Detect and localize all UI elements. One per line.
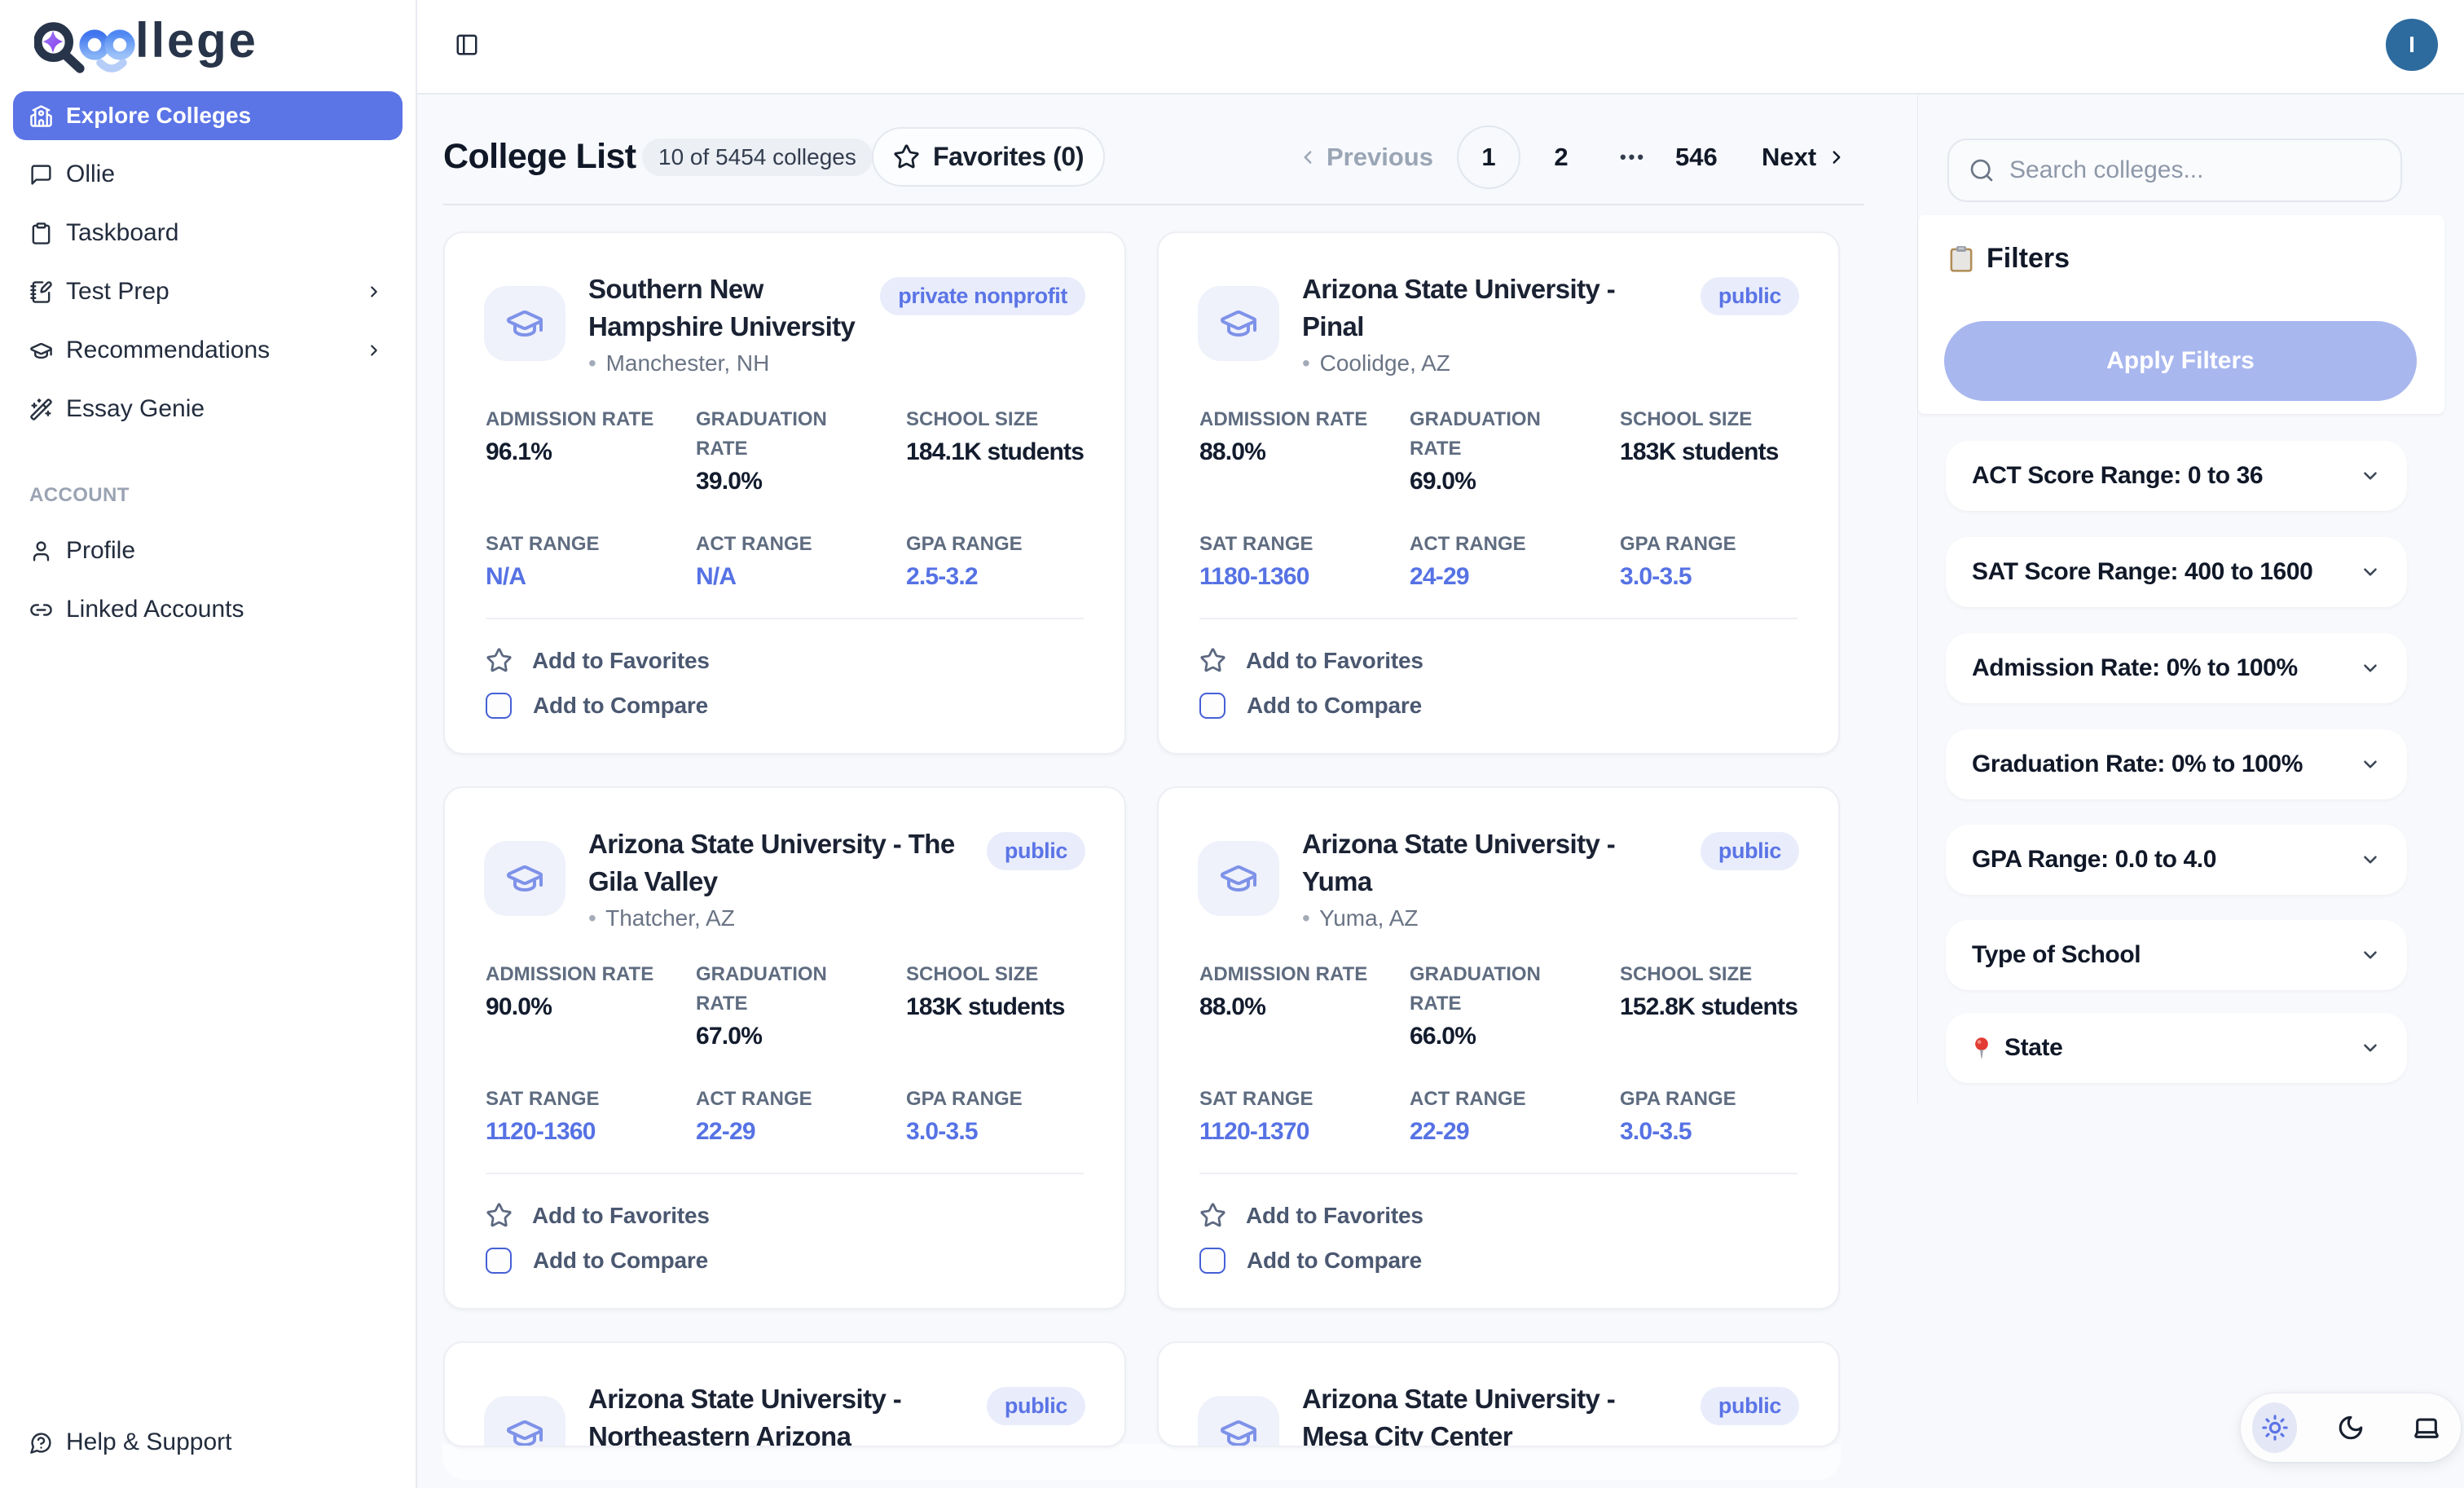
svg-text:llege: llege (135, 16, 258, 68)
